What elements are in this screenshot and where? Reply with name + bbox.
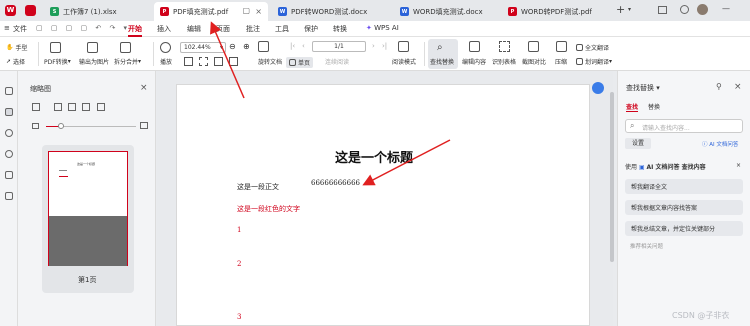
arrow-to-tab — [210, 21, 245, 99]
annotation-arrows — [210, 21, 451, 186]
arrow-to-text — [362, 139, 451, 186]
